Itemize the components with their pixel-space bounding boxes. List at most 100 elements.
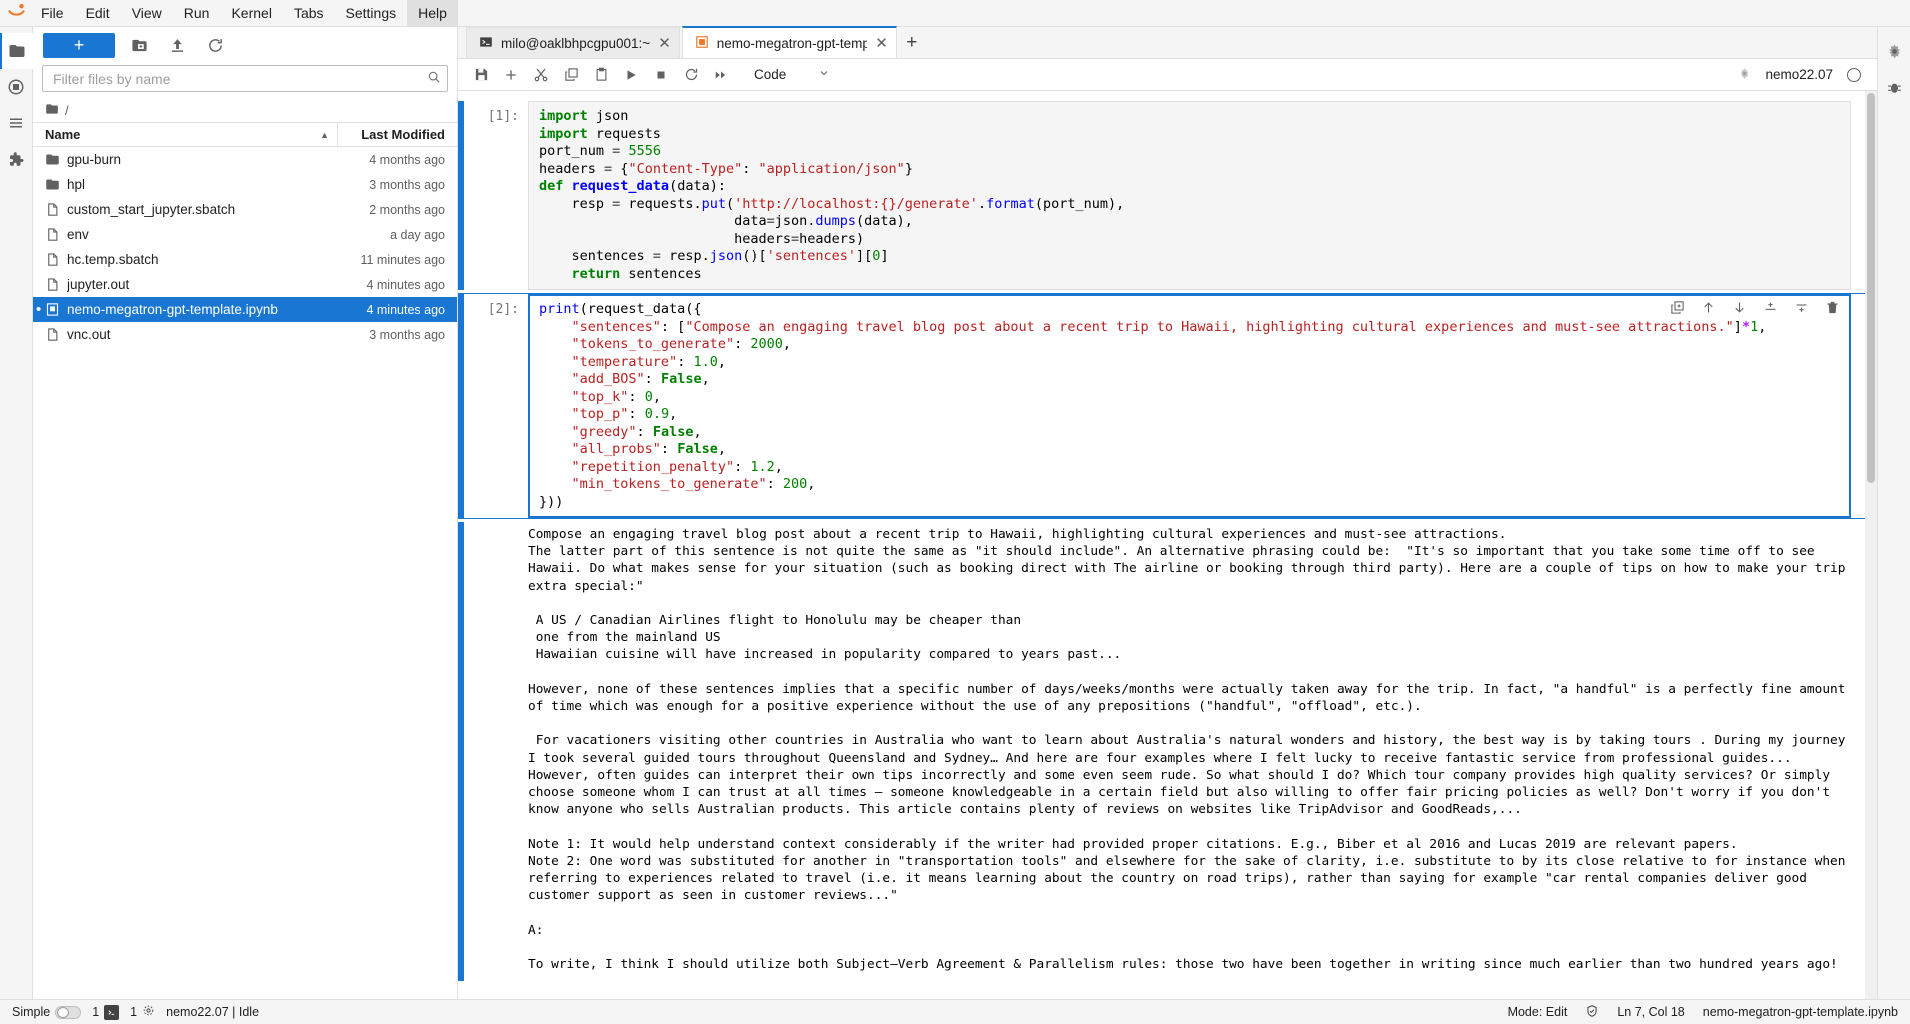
menu-view[interactable]: View [121, 0, 173, 26]
code-token: , [1758, 318, 1767, 335]
list-item[interactable]: jupyter.out 4 minutes ago [33, 272, 457, 297]
cut-cells-button[interactable] [526, 61, 556, 89]
cell-input-area[interactable]: print(request_data({ "sentences": ["Comp… [528, 294, 1851, 518]
search-icon[interactable] [427, 70, 441, 87]
notebook-cell-selected[interactable]: [2]: print(request_data({"sentences": [… [458, 293, 1877, 519]
cell-input-area[interactable]: import json import requests port_num = 5… [528, 101, 1851, 290]
notebook-cell[interactable]: [1]: import json import requests port_nu… [458, 101, 1877, 290]
restart-kernel-button[interactable] [676, 61, 706, 89]
toggle-switch[interactable] [55, 1005, 82, 1019]
running-terminals-icon[interactable] [0, 69, 33, 105]
code-token: format [986, 195, 1035, 212]
code-token: ] [880, 248, 889, 264]
code-token: "greedy" [571, 423, 637, 440]
list-item[interactable]: env a day ago [33, 222, 457, 247]
list-item[interactable]: gpu-burn 4 months ago [33, 147, 457, 172]
menu-help[interactable]: Help [407, 0, 458, 26]
delete-cell-icon[interactable] [1825, 300, 1840, 315]
file-browser-icon[interactable] [0, 33, 33, 69]
file-list[interactable]: gpu-burn 4 months ago hpl 3 months ago c… [33, 147, 457, 999]
edit-mode-label[interactable]: Mode: Edit [1508, 1005, 1568, 1019]
code-token: = [790, 230, 800, 247]
close-icon[interactable]: ✕ [875, 36, 888, 51]
code-token: : [734, 336, 751, 352]
upload-icon[interactable] [163, 33, 191, 58]
scrollbar-thumb[interactable] [1867, 93, 1875, 483]
insert-cell-below-icon[interactable] [1794, 300, 1809, 315]
close-icon[interactable]: ✕ [658, 36, 671, 51]
interrupt-kernel-button[interactable] [646, 61, 676, 89]
duplicate-cell-icon[interactable] [1670, 300, 1685, 315]
kernel-icon [142, 1004, 155, 1020]
code-token: })) [539, 493, 564, 510]
code-token: : [766, 476, 783, 492]
code-token: print [539, 301, 580, 317]
extension-manager-icon[interactable] [0, 141, 33, 177]
file-modified: 2 months ago [369, 202, 445, 217]
cursor-position-label[interactable]: Ln 7, Col 18 [1617, 1005, 1684, 1019]
cell-source[interactable]: print(request_data({ "sentences": ["Comp… [539, 301, 1840, 511]
move-cell-up-icon[interactable] [1701, 300, 1716, 315]
list-item-selected[interactable]: • nemo-megatron-gpt-template.ipynb 4 min… [33, 297, 457, 322]
list-item[interactable]: hc.temp.sbatch 11 minutes ago [33, 247, 457, 272]
file-modified: 4 minutes ago [366, 277, 445, 292]
run-cell-button[interactable] [616, 61, 646, 89]
search-input[interactable] [51, 69, 427, 88]
kernel-status-item[interactable]: nemo22.07 | Idle [166, 1005, 259, 1019]
code-token: "temperature" [571, 353, 678, 370]
menu-edit[interactable]: Edit [75, 0, 121, 26]
refresh-icon[interactable] [201, 33, 229, 58]
menu-file[interactable]: File [30, 0, 75, 26]
code-token: = [766, 213, 775, 229]
code-token: resp. [660, 248, 710, 264]
move-cell-down-icon[interactable] [1732, 300, 1747, 315]
insert-cell-above-icon[interactable] [1763, 300, 1778, 315]
kernel-settings-icon[interactable] [1738, 67, 1751, 83]
code-token: (port_num), [1034, 195, 1125, 212]
property-inspector-icon[interactable] [1878, 33, 1910, 69]
simple-mode-toggle[interactable]: Simple [12, 1005, 82, 1019]
list-item[interactable]: custom_start_jupyter.sbatch 2 months ago [33, 197, 457, 222]
column-header-last-modified[interactable]: Last Modified [337, 123, 457, 146]
list-item[interactable]: hpl 3 months ago [33, 172, 457, 197]
breadcrumb-root[interactable]: / [65, 103, 69, 118]
file-modified: 4 months ago [369, 152, 445, 167]
notebook-cells-area[interactable]: [1]: import json import requests port_nu… [458, 91, 1877, 999]
breadcrumb[interactable]: / [33, 98, 457, 122]
column-header-name[interactable]: Name ▲ [33, 127, 337, 142]
copy-cells-button[interactable] [556, 61, 586, 89]
file-filter-box[interactable] [42, 65, 448, 92]
kernel-name-label[interactable]: nemo22.07 [1765, 67, 1833, 82]
menu-run[interactable]: Run [173, 0, 221, 26]
menu-settings[interactable]: Settings [335, 0, 408, 26]
menu-bar: File Edit View Run Kernel Tabs Settings … [0, 0, 1910, 27]
save-button[interactable] [466, 61, 496, 89]
tab-terminal[interactable]: milo@oaklbhpcgpu001:~ ✕ [466, 27, 680, 58]
list-item[interactable]: vnc.out 3 months ago [33, 322, 457, 347]
menu-tabs[interactable]: Tabs [283, 0, 335, 26]
current-filename-label[interactable]: nemo-megatron-gpt-template.ipynb [1703, 1005, 1898, 1019]
trusted-notebook-icon[interactable] [1585, 1004, 1599, 1021]
chevron-down-icon [818, 67, 830, 82]
terminal-count-item[interactable]: 1 [92, 1004, 120, 1020]
table-of-contents-icon[interactable] [0, 105, 33, 141]
notebook-scrollbar[interactable] [1865, 91, 1877, 999]
restart-run-all-button[interactable] [706, 61, 736, 89]
file-name: custom_start_jupyter.sbatch [67, 202, 236, 217]
insert-cell-button[interactable] [496, 61, 526, 89]
code-token: = [604, 160, 613, 177]
plus-icon: + [73, 35, 85, 55]
cell-output-wrapper: Compose an engaging travel blog post abo… [458, 522, 1877, 982]
tab-notebook[interactable]: nemo-megatron-gpt-template.ipynb ✕ [681, 26, 897, 58]
menu-kernel[interactable]: Kernel [220, 0, 282, 26]
new-tab-button[interactable]: + [899, 27, 925, 58]
paste-cells-button[interactable] [586, 61, 616, 89]
code-token: ] [1733, 318, 1742, 335]
new-launcher-button[interactable]: + [43, 32, 115, 58]
cell-type-select[interactable]: Code [748, 65, 836, 84]
debugger-icon[interactable] [1878, 69, 1910, 105]
cell-source[interactable]: import json import requests port_num = 5… [539, 108, 1840, 283]
kernel-count-item[interactable]: 1 [130, 1004, 155, 1020]
new-folder-icon[interactable] [125, 33, 153, 58]
